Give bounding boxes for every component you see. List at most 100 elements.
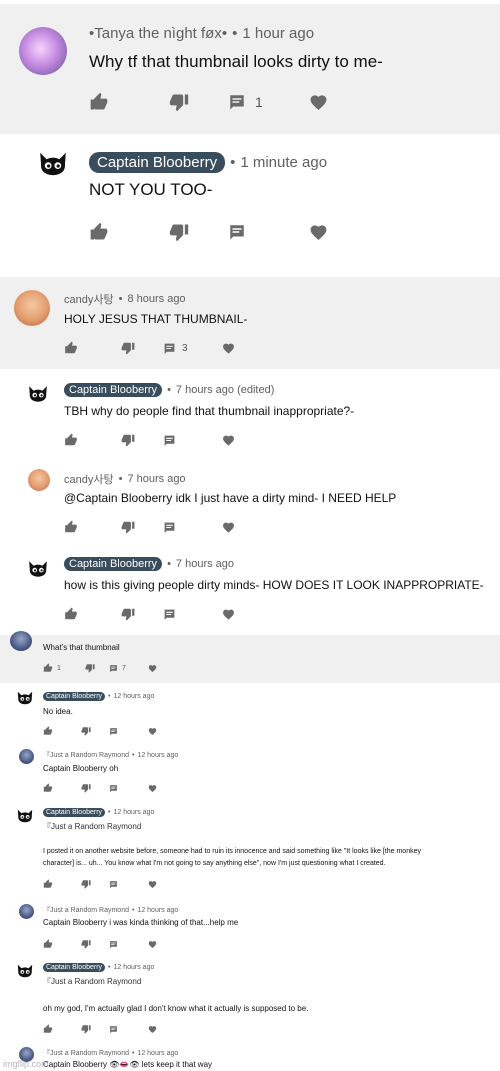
reply-count: 3 [182,342,188,354]
reply-mention[interactable]: 『Just a Random Raymond [43,976,141,987]
separator: • [167,384,171,396]
avatar[interactable] [19,749,34,764]
author-name[interactable]: Captain Blooberry [64,557,163,571]
heart-button[interactable] [222,608,235,621]
author-name[interactable]: Captain Blooberry [43,963,106,972]
like-button[interactable] [43,1024,81,1034]
dislike-button[interactable] [81,939,109,949]
heart-button[interactable] [148,880,157,889]
like-button[interactable] [43,783,81,793]
comment-text: oh my god, I'm actually glad I don't kno… [43,1004,309,1013]
heart-button[interactable] [148,1025,157,1034]
dislike-button[interactable] [85,663,109,673]
comment-actions [64,607,235,621]
like-button[interactable] [43,726,81,736]
reply-button[interactable] [228,223,309,241]
heart-button[interactable] [222,342,235,355]
author-name[interactable]: Captain Blooberry [89,152,226,173]
dislike-button[interactable] [169,222,228,242]
separator: • [108,809,111,816]
cat-avatar-icon[interactable] [16,689,34,707]
heart-button[interactable] [148,664,157,673]
dislike-button[interactable] [121,341,163,355]
comment-header: •Tanya the nìght føx• • 1 hour ago [89,25,314,42]
comment-text: TBH why do people find that thumbnail in… [64,404,355,418]
dislike-button[interactable] [121,607,163,621]
like-count: 1 [57,664,61,672]
heart-button[interactable] [148,784,157,793]
separator: • [108,964,111,971]
comment-header: Captain Blooberry • 7 hours ago (edited) [64,383,274,397]
reply-button[interactable]: 3 [163,342,222,355]
heart-button[interactable] [309,223,328,242]
avatar[interactable] [19,27,67,75]
reply-button[interactable] [109,727,148,736]
like-button[interactable] [64,520,121,534]
like-button[interactable] [89,222,169,242]
comment-text: Captain Blooberry oh [43,764,119,773]
dislike-button[interactable] [81,783,109,793]
reply-button[interactable] [109,784,148,793]
cat-avatar-icon[interactable] [27,557,49,581]
cat-avatar-icon[interactable] [37,147,69,181]
avatar[interactable] [14,290,50,326]
timestamp: 12 hours ago [113,693,155,700]
dislike-button[interactable] [169,92,228,112]
dislike-button[interactable] [81,1024,109,1034]
author-name[interactable]: Captain Blooberry [64,383,163,397]
heart-icon [148,664,157,673]
dislike-button[interactable] [81,879,109,889]
like-button[interactable] [43,939,81,949]
thumb-up-icon [43,726,53,736]
reply-button[interactable] [109,880,148,889]
comment-actions [43,1024,157,1034]
comment-header: Captain Blooberry • 12 hours ago [43,963,154,972]
cat-avatar-icon[interactable] [16,807,34,825]
dislike-button[interactable] [81,726,109,736]
heart-button[interactable] [148,727,157,736]
avatar[interactable] [19,904,34,919]
reply-icon [109,940,118,949]
thumb-down-icon [121,341,135,355]
heart-button[interactable] [222,521,235,534]
reply-icon [109,784,118,793]
comment-actions: 1 7 [43,663,157,673]
cat-avatar-icon[interactable] [27,382,49,406]
author-name[interactable]: candy사탕 [64,471,114,487]
reply-button[interactable]: 7 [109,664,148,673]
author-name[interactable]: candy사탕 [64,291,114,307]
author-name[interactable]: 『Just a Random Raymond [43,1048,129,1058]
like-button[interactable] [43,879,81,889]
thumb-up-icon [89,222,109,242]
author-name[interactable]: Captain Blooberry [43,692,106,701]
author-name[interactable]: •Tanya the nìght føx• [89,25,227,42]
dislike-button[interactable] [121,433,163,447]
reply-button[interactable]: 1 [228,93,309,111]
reply-button[interactable] [163,608,222,621]
reply-button[interactable] [163,521,222,534]
reply-button[interactable] [109,940,148,949]
reply-button[interactable] [109,1025,148,1034]
avatar[interactable] [28,469,50,491]
author-name[interactable]: 『Just a Random Raymond [43,905,129,915]
thumb-down-icon [85,663,95,673]
dislike-button[interactable] [121,520,163,534]
comment-text: Captain Blooberry 👁👄👁 lets keep it that … [43,1060,213,1069]
heart-button[interactable] [148,940,157,949]
reply-mention[interactable]: 『Just a Random Raymond [43,821,141,832]
like-button[interactable] [64,433,121,447]
reply-button[interactable] [163,434,222,447]
author-name[interactable]: Captain Blooberry [43,808,106,817]
thumb-up-icon [64,341,78,355]
like-button[interactable] [89,92,169,112]
thumb-up-icon [43,879,53,889]
heart-button[interactable] [309,93,328,112]
avatar[interactable] [10,631,32,651]
like-button[interactable]: 1 [43,663,85,673]
like-button[interactable] [64,341,121,355]
cat-avatar-icon[interactable] [16,962,34,980]
like-button[interactable] [64,607,121,621]
heart-button[interactable] [222,434,235,447]
author-name[interactable]: 『Just a Random Raymond [43,750,129,760]
comment-header: 『Just a Random Raymond • 12 hours ago [43,750,178,760]
